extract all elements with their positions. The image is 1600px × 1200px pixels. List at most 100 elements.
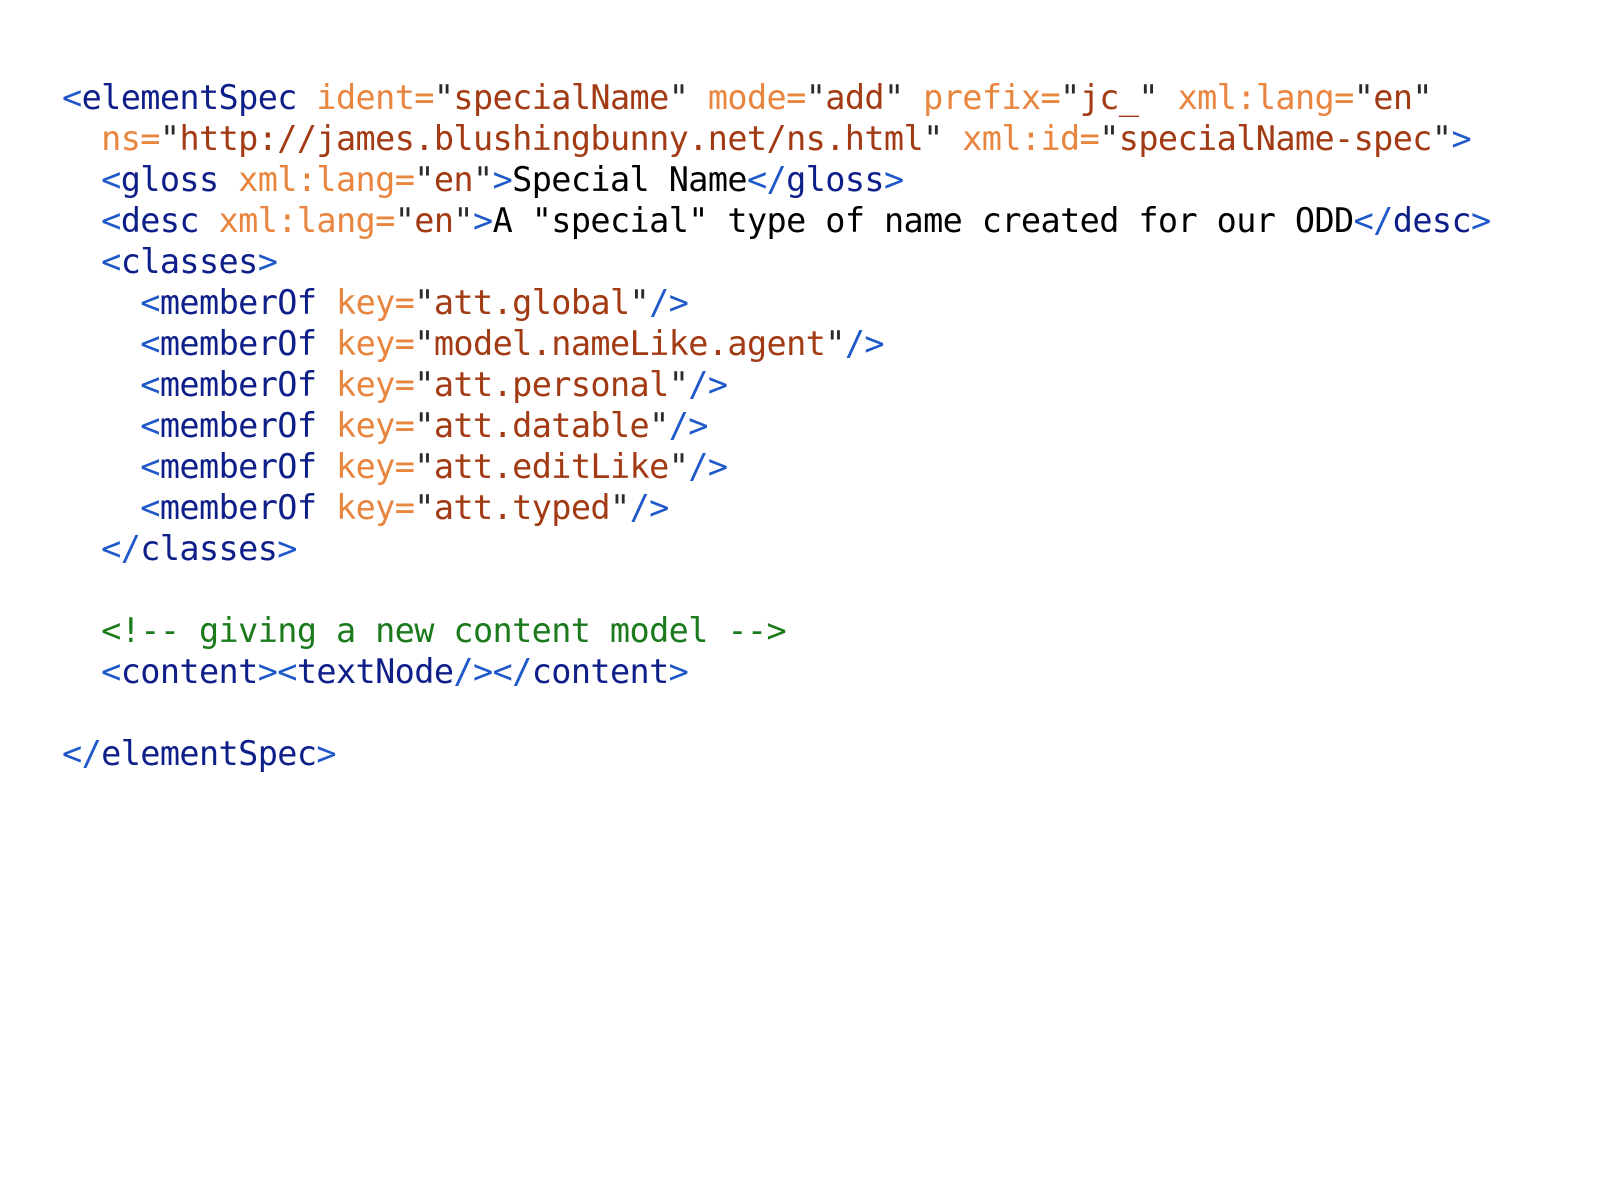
element-name: desc [120,201,200,240]
element-name: memberOf [159,447,317,486]
element-name: memberOf [159,488,317,527]
quote-mark: " [453,201,473,240]
tag-punctuation: </ [746,160,787,199]
attribute-name: xml:lang= [1177,78,1355,117]
element-name: gloss [786,160,884,199]
code-listing: <elementSpec ident="specialName" mode="a… [62,77,1582,774]
attribute-value: en [433,160,474,199]
quote-mark: " [414,488,434,527]
tag-punctuation: /> [688,447,728,486]
attribute-name: prefix= [923,78,1061,117]
attribute-name: ns= [101,119,160,158]
attribute-name: ident= [316,78,434,117]
code-line: <elementSpec ident="specialName" mode="a… [62,77,1582,118]
quote-mark: " [414,283,434,322]
tag-punctuation: < [62,78,82,117]
quote-mark: " [1099,119,1119,158]
code-line: <memberOf key="model.nameLike.agent"/> [62,323,1582,364]
code-line: <content><textNode/></content> [62,651,1582,692]
attribute-value: add [825,78,884,117]
attribute-value: att.editLike [433,447,669,486]
element-name: memberOf [159,324,317,363]
quote-mark: " [923,119,943,158]
code-line: </elementSpec> [62,733,1582,774]
code-line: <desc xml:lang="en">A "special" type of … [62,200,1582,241]
tag-punctuation: > [316,734,336,773]
attribute-name: key= [336,488,415,527]
attribute-name: mode= [707,78,806,117]
tag-punctuation: < [101,201,121,240]
tag-punctuation: </ [62,734,102,773]
attribute-value: att.datable [433,406,650,445]
code-line: <memberOf key="att.typed"/> [62,487,1582,528]
tag-punctuation: < [140,447,160,486]
quote-mark: " [668,447,689,486]
tag-punctuation: < [140,365,160,404]
tag-punctuation: </ [1353,201,1394,240]
tag-punctuation: > [1451,119,1472,158]
quote-mark: " [159,119,180,158]
quote-mark: " [1138,78,1158,117]
tag-punctuation: < [101,160,121,199]
quote-mark: " [1412,78,1432,117]
attribute-value: en [1373,78,1413,117]
attribute-value: att.global [433,283,630,322]
quote-mark: " [805,78,826,117]
quote-mark: " [414,447,434,486]
attribute-name: key= [336,447,415,486]
tag-punctuation: > [277,529,297,568]
element-name: classes [140,529,278,568]
tag-punctuation: > [257,242,278,281]
quote-mark: " [883,78,904,117]
quote-mark: " [414,365,434,404]
code-line: <memberOf key="att.datable"/> [62,405,1582,446]
text-content: Special Name [512,160,747,199]
attribute-name: key= [336,283,415,322]
attribute-name: key= [336,324,415,363]
quote-mark: " [1353,78,1374,117]
code-line: <memberOf key="att.editLike"/> [62,446,1582,487]
tag-punctuation: /> [668,406,709,445]
attribute-name: key= [336,406,415,445]
quote-mark: " [1060,78,1080,117]
quote-mark: " [433,78,454,117]
tag-punctuation: /> [844,324,885,363]
attribute-name: xml:lang= [218,201,396,240]
quote-mark: " [414,406,434,445]
quote-mark: " [472,160,493,199]
quote-mark: " [649,406,669,445]
quote-mark: " [394,201,415,240]
code-line: <!-- giving a new content model --> [62,610,1582,651]
code-line: <gloss xml:lang="en">Special Name</gloss… [62,159,1582,200]
element-name: content [120,652,259,691]
tag-punctuation: < [140,488,160,527]
code-line: <classes> [62,241,1582,282]
attribute-name: xml:id= [962,119,1100,158]
attribute-value: http://james.blushingbunny.net/ns.html [179,119,924,158]
attribute-name: xml:lang= [238,160,415,199]
code-line: </classes> [62,528,1582,569]
tag-punctuation: >< [257,652,298,691]
quote-mark: " [1431,119,1452,158]
tag-punctuation: > [492,160,513,199]
